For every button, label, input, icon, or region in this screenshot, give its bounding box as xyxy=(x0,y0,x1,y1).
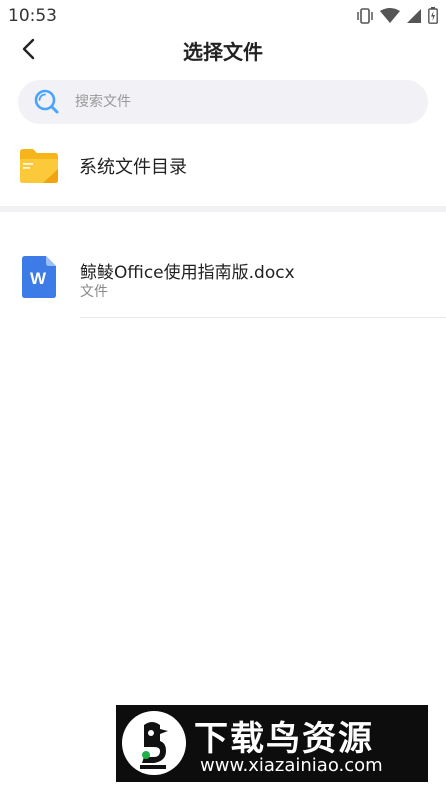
file-name: 鲸鲮Office使用指南版.docx xyxy=(80,263,295,283)
wifi-icon xyxy=(380,7,400,24)
battery-icon xyxy=(428,7,438,24)
status-bar: 10:53 xyxy=(0,0,446,30)
svg-text:W: W xyxy=(30,269,47,288)
vibrate-icon xyxy=(356,7,374,24)
status-time: 10:53 xyxy=(8,6,57,26)
search-bar[interactable] xyxy=(18,80,428,124)
status-icons xyxy=(356,7,438,24)
file-type: 文件 xyxy=(80,284,108,300)
watermark-title: 下载鸟资源 xyxy=(194,719,374,759)
folder-icon xyxy=(19,148,59,184)
bird-logo-icon xyxy=(122,711,186,775)
system-directory-label: 系统文件目录 xyxy=(79,157,187,178)
system-directory-item[interactable]: 系统文件目录 xyxy=(0,138,446,194)
header: 选择文件 xyxy=(0,30,446,70)
row-divider xyxy=(80,317,446,318)
section-divider xyxy=(0,206,446,212)
search-input[interactable] xyxy=(75,94,375,110)
page-title: 选择文件 xyxy=(183,40,263,64)
signal-icon xyxy=(406,8,422,24)
watermark-url: www.xiazainiao.com xyxy=(200,755,383,776)
word-document-icon: W xyxy=(22,256,56,298)
file-list-item[interactable]: W 鲸鲮Office使用指南版.docx 文件 xyxy=(0,248,446,318)
watermark-banner: 下载鸟资源 www.xiazainiao.com xyxy=(116,705,428,782)
search-icon xyxy=(33,88,61,116)
